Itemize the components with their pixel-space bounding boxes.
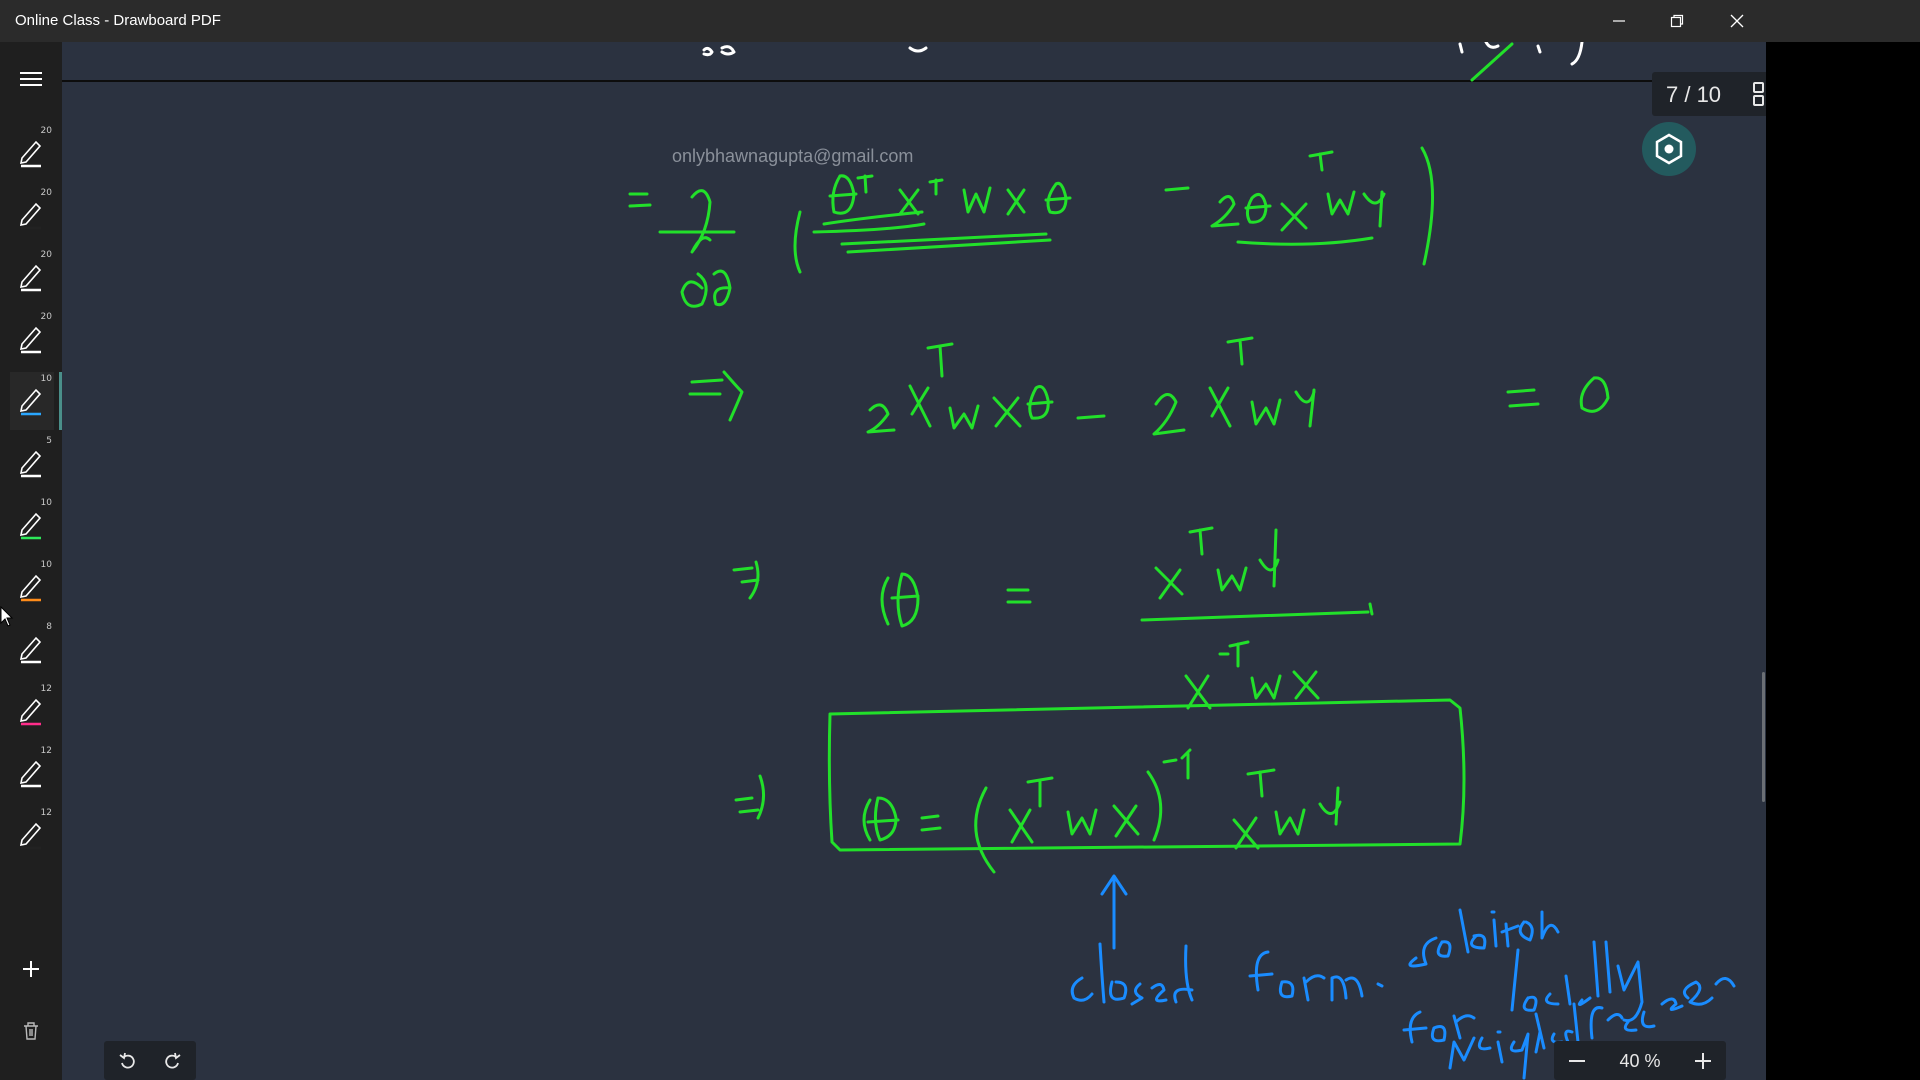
restore-button[interactable] — [1648, 0, 1706, 42]
pen-size-label: 8 — [46, 622, 52, 632]
pen-icon — [19, 574, 42, 602]
page-number-text: 7 / 10 — [1666, 82, 1722, 107]
zoom-in-icon — [1695, 1053, 1711, 1069]
pen-icon — [19, 636, 42, 664]
pen-size-label: 20 — [40, 312, 52, 322]
pen-tool-4[interactable]: 20 — [10, 310, 54, 368]
pen-size-label: 20 — [40, 188, 52, 198]
add-pen-button[interactable] — [14, 952, 48, 986]
page-counter[interactable]: 7 / 10 — [1652, 72, 1766, 116]
close-icon — [1730, 14, 1744, 28]
pen-size-label: 10 — [40, 498, 52, 508]
green-ink-strokes — [628, 42, 1610, 874]
pen-tool-9[interactable]: 8 — [10, 620, 54, 678]
pen-size-label: 12 — [40, 684, 52, 694]
pen-tool-8[interactable]: 10 — [10, 558, 54, 616]
pen-size-label: 12 — [40, 808, 52, 818]
pen-size-label: 20 — [40, 126, 52, 136]
mouse-cursor-icon — [0, 606, 14, 627]
zoom-in-button[interactable] — [1690, 1048, 1716, 1074]
pen-tool-6[interactable]: 5 — [10, 434, 54, 492]
undo-icon — [119, 1052, 135, 1069]
pen-tool-11[interactable]: 12 — [10, 744, 54, 802]
history-controls — [104, 1041, 196, 1080]
undo-button[interactable] — [116, 1049, 140, 1073]
pen-icon — [19, 140, 42, 168]
zoom-level: 40 % — [1619, 1051, 1661, 1071]
redo-button[interactable] — [160, 1049, 184, 1073]
pen-tool-12[interactable]: 12 — [10, 806, 54, 864]
plus-icon — [23, 961, 39, 977]
zoom-out-icon — [1569, 1060, 1585, 1062]
title-bar: Online Class - Drawboard PDF — [0, 0, 1920, 42]
pen-icon — [19, 326, 42, 354]
hexagon-settings-icon — [1655, 133, 1683, 165]
trash-icon — [24, 1022, 38, 1040]
redo-icon — [165, 1052, 181, 1069]
pen-size-label: 10 — [40, 374, 52, 384]
pen-tool-2[interactable]: 20 — [10, 186, 54, 244]
pen-size-label: 5 — [46, 436, 52, 446]
pen-toolbar: 20 20 20 20 10 5 10 10 8 12 12 12 — [0, 42, 62, 1080]
pen-tool-7[interactable]: 10 — [10, 496, 54, 554]
pen-icon — [19, 512, 42, 540]
delete-button[interactable] — [14, 1014, 48, 1048]
page-grid-icon[interactable] — [1753, 82, 1766, 106]
close-button[interactable] — [1708, 0, 1766, 42]
vertical-scrollbar[interactable] — [1762, 672, 1765, 802]
pen-settings-button[interactable] — [1642, 122, 1696, 176]
handwritten-ink-layer — [628, 42, 1736, 1080]
pen-icon — [19, 760, 42, 788]
zoom-out-button[interactable] — [1564, 1048, 1590, 1074]
hamburger-menu-icon — [20, 72, 42, 86]
pen-tool-1[interactable]: 20 — [10, 124, 54, 182]
pen-icon — [19, 822, 42, 850]
window-title: Online Class - Drawboard PDF — [15, 12, 221, 29]
pen-tool-5[interactable]: 10 — [10, 372, 62, 430]
pen-icon — [19, 264, 42, 292]
pdf-page-canvas[interactable]: onlybhawnagupta@gmail.com 7 / 10 40 % — [62, 42, 1766, 1080]
zoom-controls: 40 % — [1554, 1041, 1726, 1080]
pen-tool-3[interactable]: 20 — [10, 248, 54, 306]
pen-icon — [19, 202, 42, 230]
window-background — [1766, 42, 1920, 1080]
pen-tool-10[interactable]: 12 — [10, 682, 54, 740]
menu-button[interactable] — [14, 62, 48, 96]
pen-icon — [19, 388, 42, 416]
minimize-button[interactable] — [1590, 0, 1648, 42]
pen-size-label: 10 — [40, 560, 52, 570]
pen-size-label: 12 — [40, 746, 52, 756]
pen-size-label: 20 — [40, 250, 52, 260]
restore-icon — [1670, 14, 1684, 28]
minimize-icon — [1613, 20, 1625, 22]
pen-icon — [19, 698, 42, 726]
pen-icon — [19, 450, 42, 478]
